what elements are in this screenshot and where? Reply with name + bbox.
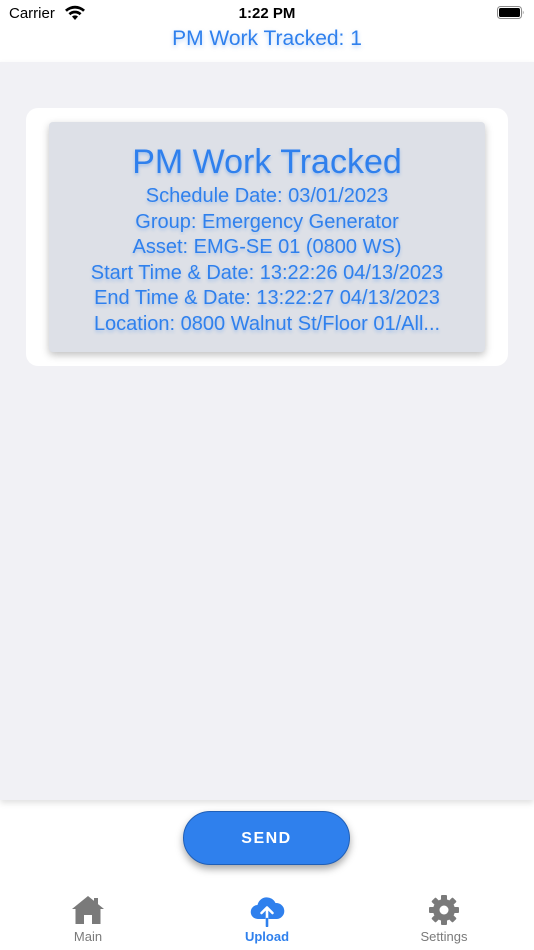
cloud-upload-icon: [250, 897, 285, 927]
tab-bar: Main Upload Settings: [0, 885, 534, 950]
schedule-date: Schedule Date: 03/01/2023: [145, 185, 389, 207]
screen: Carrier 1:22 PM PM Work Tracked: 1 PM Wo…: [0, 0, 534, 950]
tab-main[interactable]: Main: [28, 885, 148, 950]
status-time: 1:22 PM: [238, 5, 296, 22]
tab-settings[interactable]: Settings: [384, 885, 504, 950]
tab-main-label: Main: [73, 929, 103, 944]
asset-label: Asset: EMG-SE 01 (0800 WS): [132, 236, 402, 258]
work-card-container: PM Work Tracked Schedule Date: 03/01/202…: [26, 108, 508, 366]
main-panel: PM Work Tracked Schedule Date: 03/01/202…: [0, 62, 534, 800]
card-title: PM Work Tracked: [132, 143, 402, 181]
home-icon: [72, 896, 104, 924]
send-button[interactable]: SEND: [183, 811, 350, 865]
group-label: Group: Emergency Generator: [135, 210, 399, 233]
location-label: Location: 0800 Walnut St/Floor 01/All...: [93, 312, 441, 335]
page-title: PM Work Tracked: 1: [172, 27, 362, 50]
battery-icon: [497, 6, 524, 19]
tab-upload[interactable]: Upload: [207, 885, 327, 950]
end-time: End Time & Date: 13:22:27 04/13/2023: [94, 287, 440, 309]
work-card[interactable]: PM Work Tracked Schedule Date: 03/01/202…: [49, 122, 485, 352]
start-time: Start Time & Date: 13:22:26 04/13/2023: [90, 261, 444, 284]
gear-icon: [429, 895, 459, 925]
tab-upload-label: Upload: [244, 929, 290, 944]
tab-settings-label: Settings: [420, 929, 468, 944]
status-bar: Carrier 1:22 PM: [0, 0, 534, 28]
